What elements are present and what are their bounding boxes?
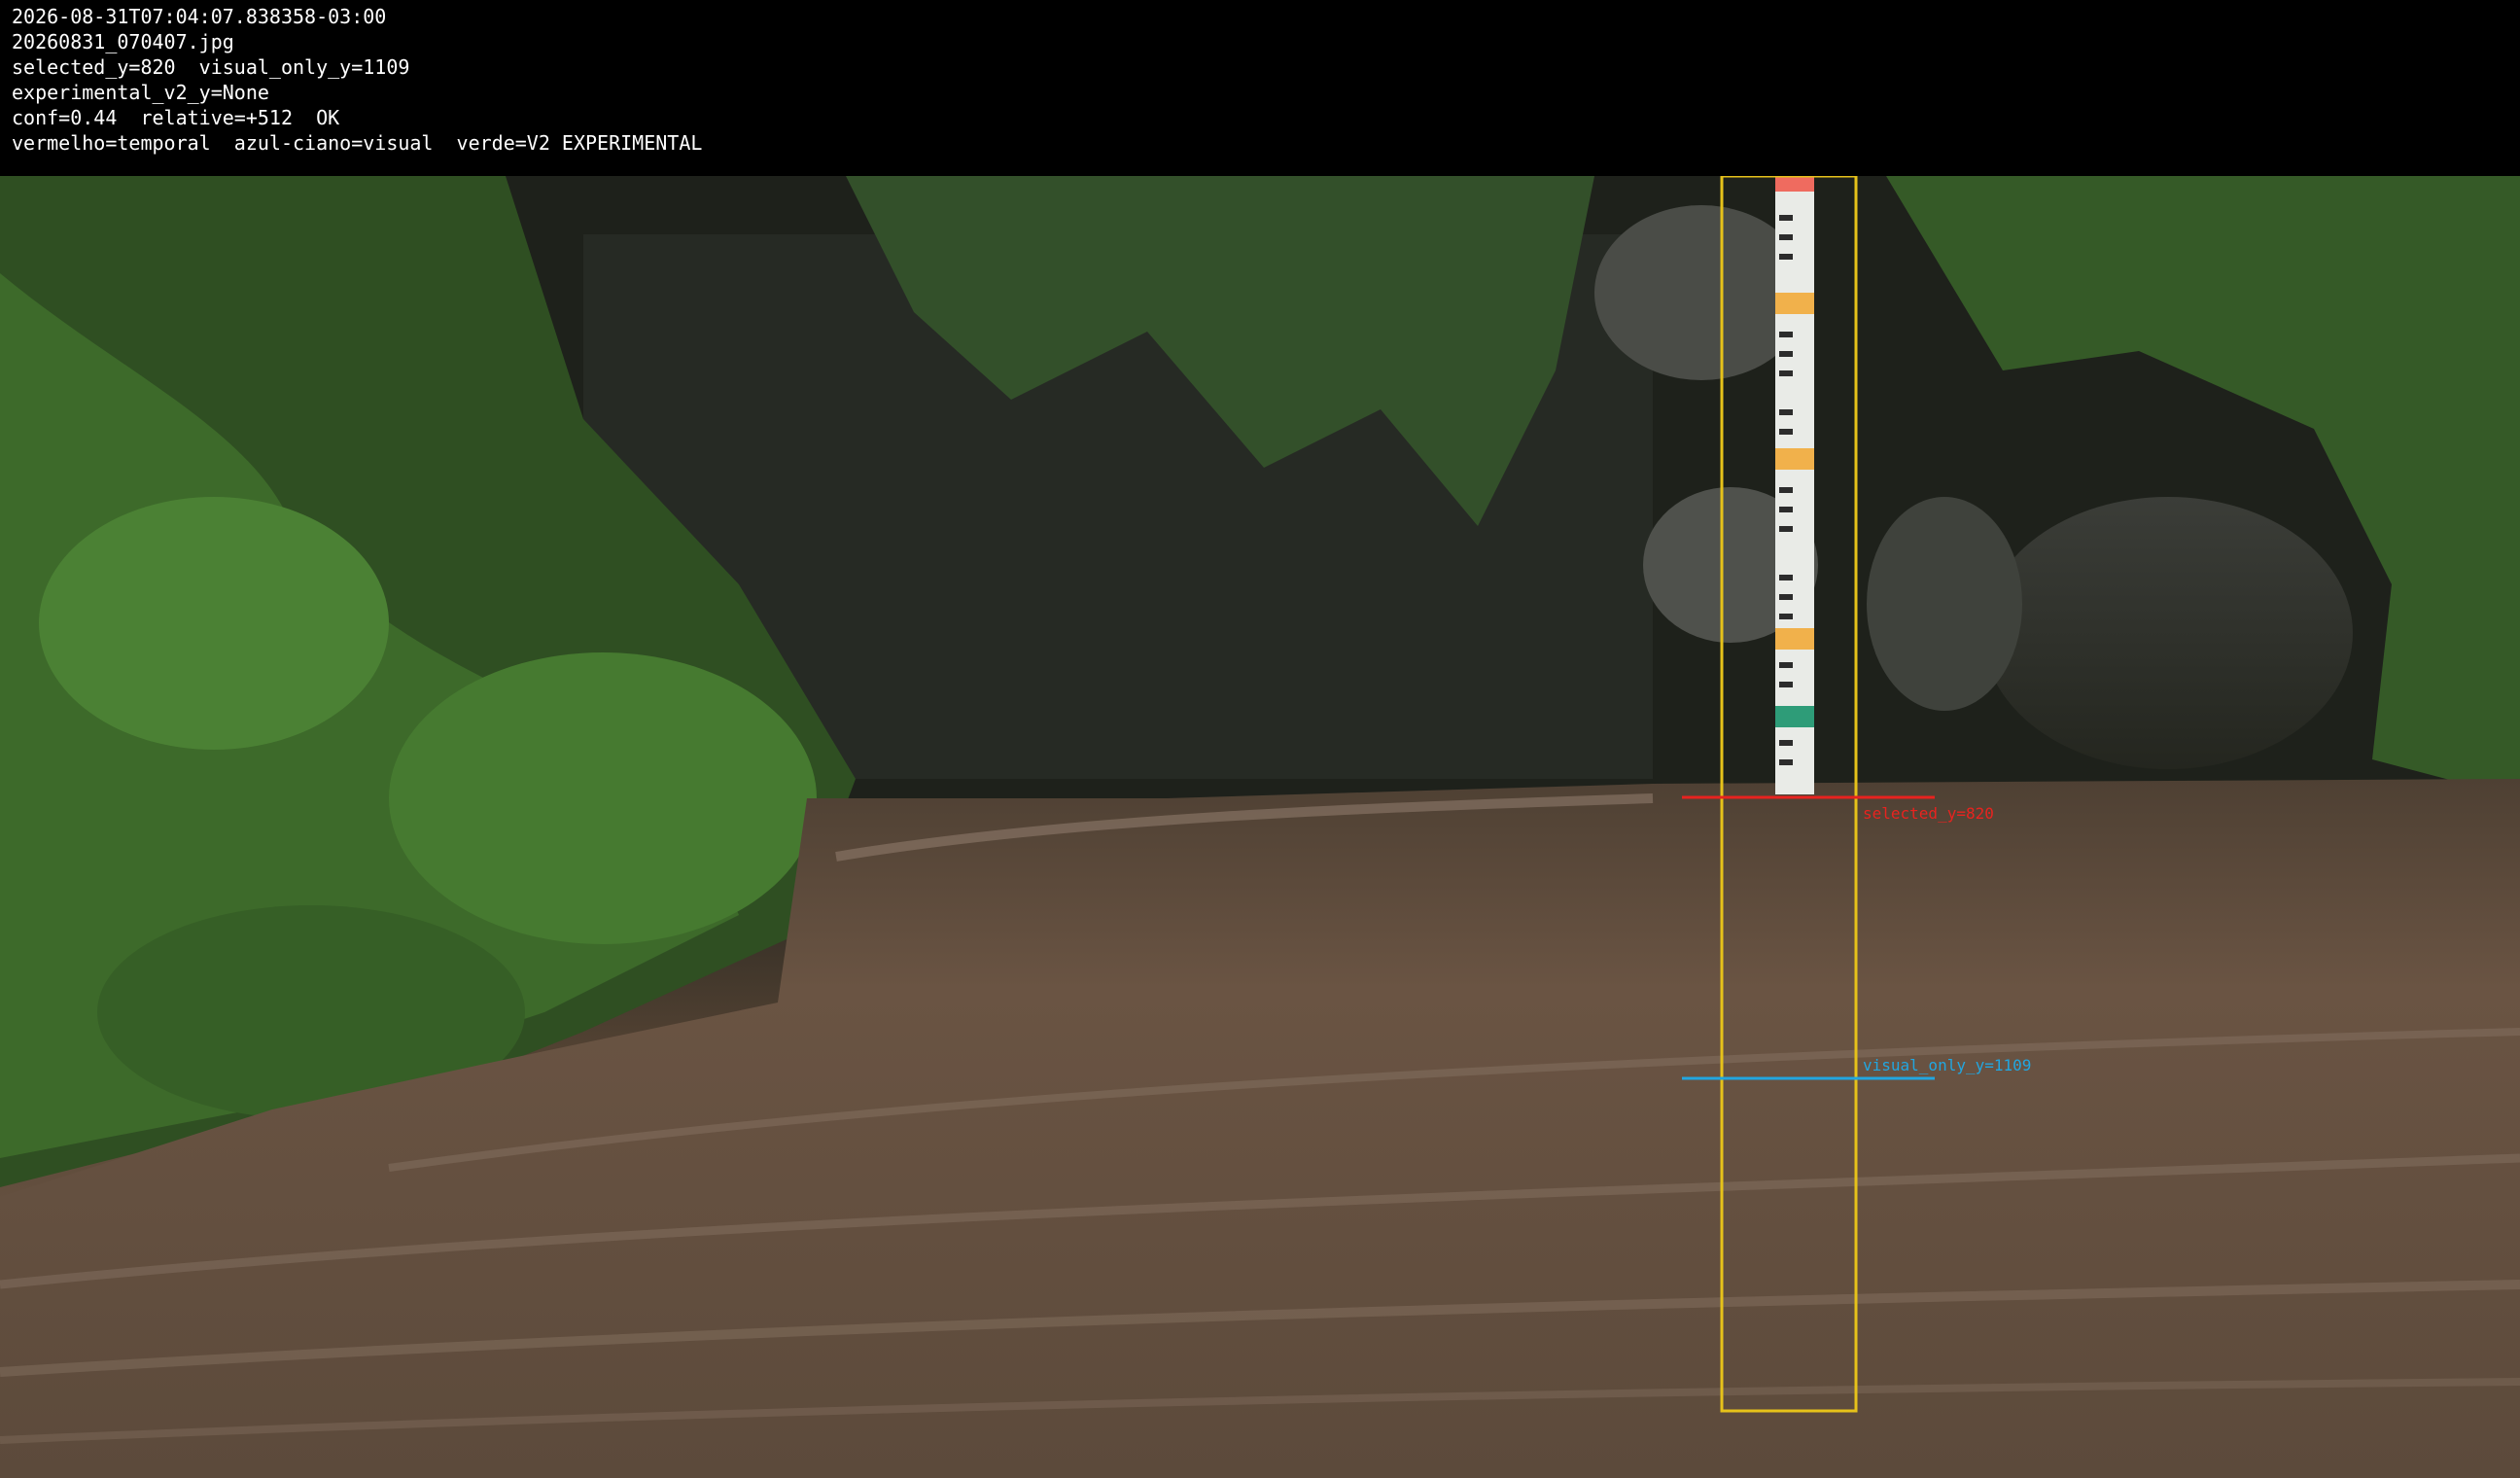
timestamp-text: 2026-08-31T07:04:07.838358-03:00	[12, 5, 387, 28]
scene-illustration	[0, 176, 2520, 1478]
confidence-text: conf=0.44 relative=+512 OK	[12, 106, 340, 129]
rock	[1983, 497, 2353, 769]
camera-frame: selected_y=820 visual_only_y=1109	[0, 176, 2520, 1478]
bush	[39, 497, 389, 750]
gauge-band-orange	[1775, 293, 1814, 314]
selected-level-label: selected_y=820	[1863, 804, 1994, 823]
filename-text: 20260831_070407.jpg	[12, 30, 234, 53]
gauge-band-green	[1775, 706, 1814, 727]
visual-level-label: visual_only_y=1109	[1863, 1056, 2032, 1074]
legend-text: vermelho=temporal azul-ciano=visual verd…	[12, 131, 703, 155]
selected-visual-text: selected_y=820 visual_only_y=1109	[12, 55, 410, 79]
experimental-text: experimental_v2_y=None	[12, 81, 269, 104]
bush	[389, 652, 817, 944]
rock	[1867, 497, 2022, 711]
gauge-band-red	[1775, 176, 1814, 192]
gauge-band-orange	[1775, 448, 1814, 470]
gauge-band-orange	[1775, 628, 1814, 650]
overlay-header: 2026-08-31T07:04:07.838358-03:00 2026083…	[0, 0, 2520, 176]
staff-gauge	[1775, 176, 1814, 794]
